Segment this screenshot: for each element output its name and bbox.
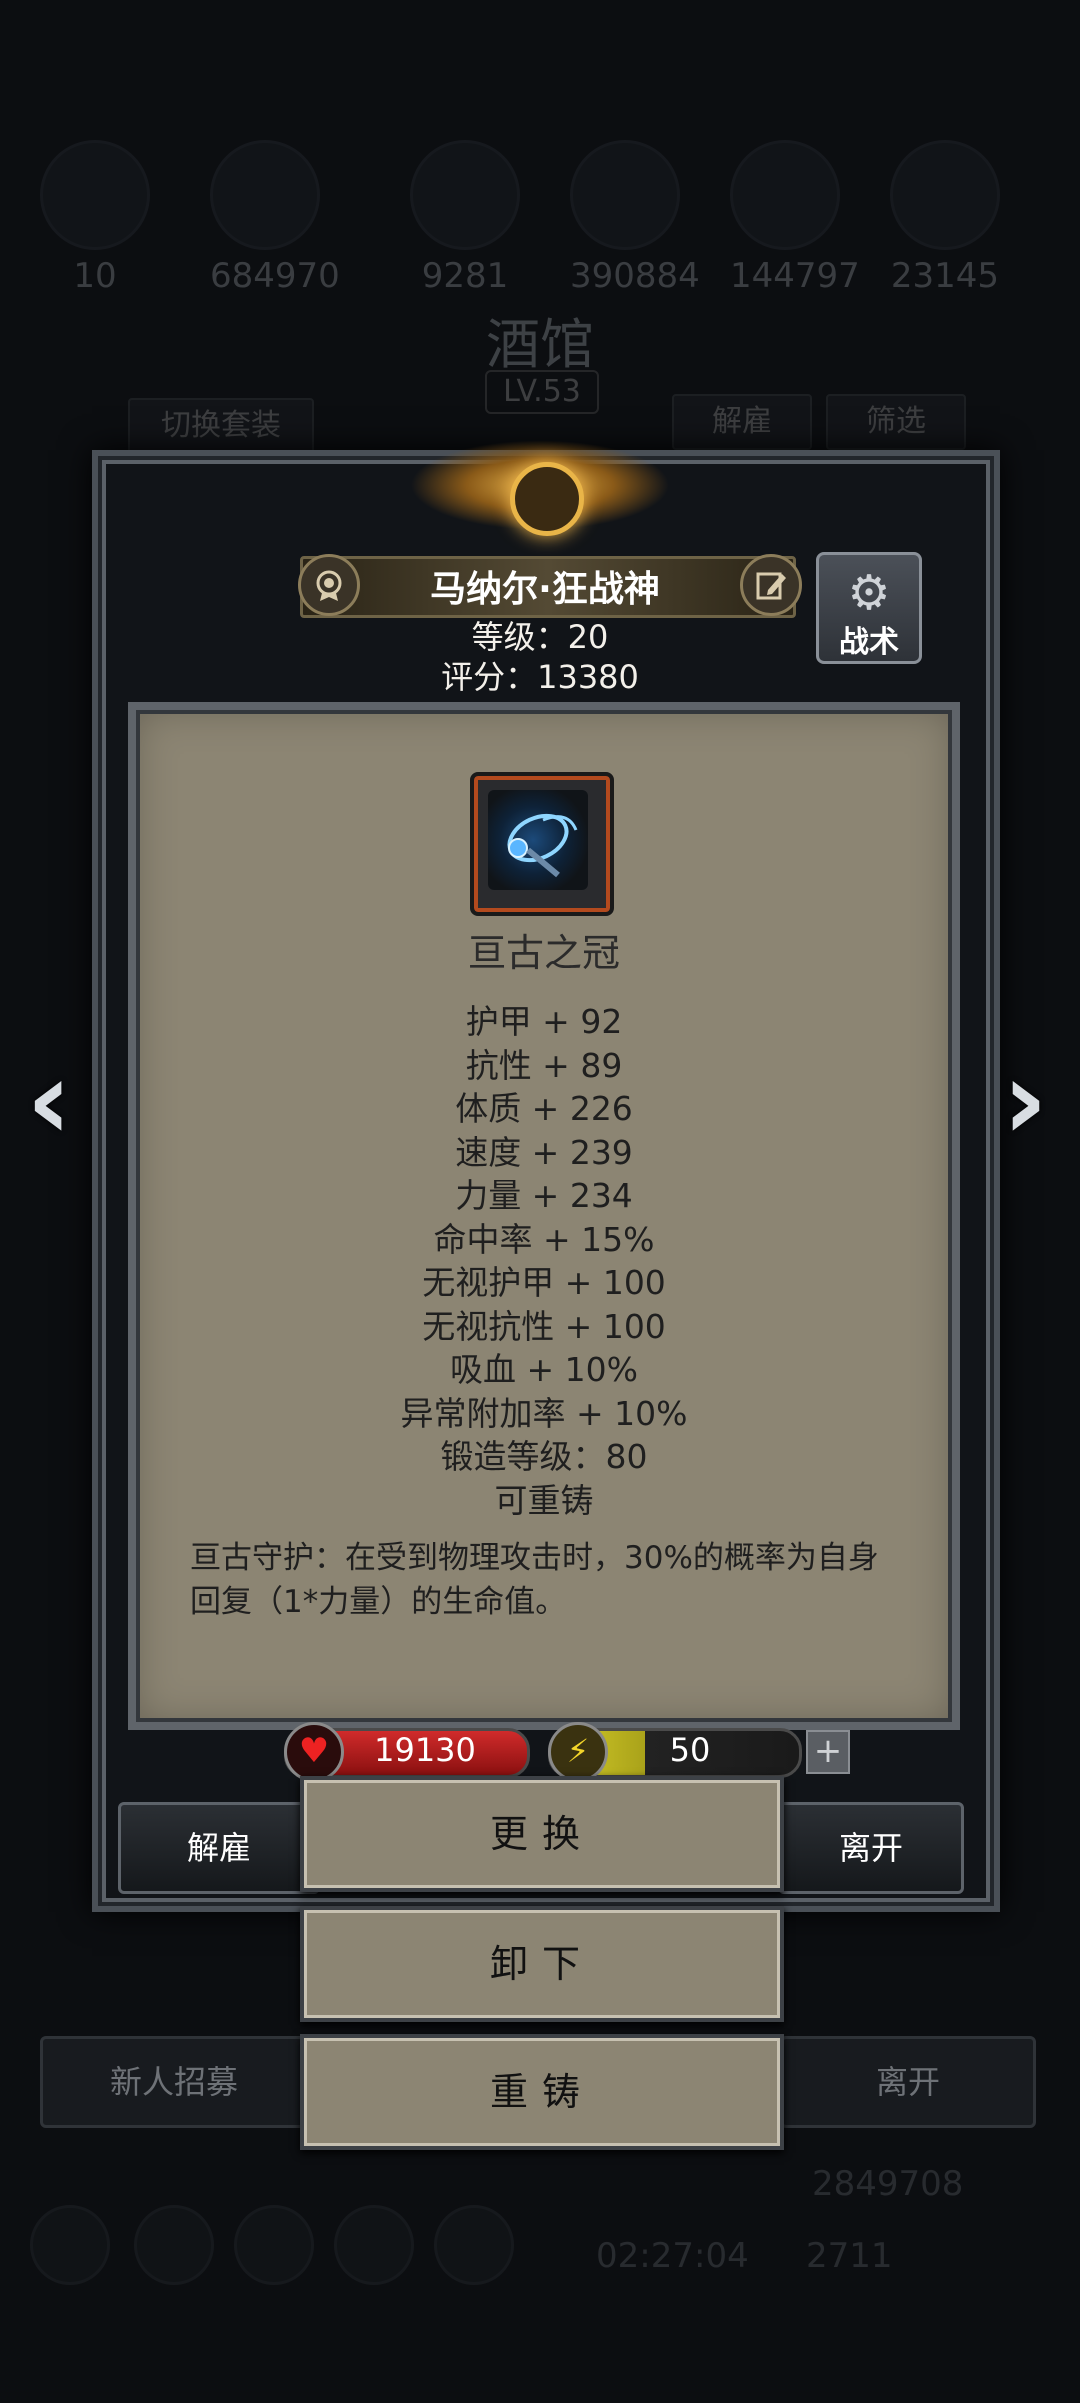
replace-button[interactable]: 更换: [300, 1776, 784, 1892]
resource-icon: [40, 140, 150, 250]
gems-text: 2711: [806, 2236, 893, 2276]
hero-score: 评分：13380: [441, 658, 639, 696]
item-stats-list: 护甲 + 92 抗性 + 89 体质 + 226 速度 + 239 力量 + 2…: [128, 1000, 960, 1522]
item-stat: 无视抗性 + 100: [422, 1306, 666, 1346]
item-name: 亘古之冠: [467, 931, 620, 975]
gear-icon: ⚙: [847, 565, 891, 621]
prev-hero-arrow-icon[interactable]: ‹: [14, 1045, 84, 1155]
hp-value: 19130: [374, 1731, 476, 1769]
resource-item: 144797: [730, 140, 860, 296]
crown-item-icon: [488, 790, 588, 890]
bg-dismiss-button[interactable]: 解雇: [672, 394, 812, 450]
next-hero-arrow-icon[interactable]: ›: [990, 1045, 1060, 1155]
item-stat: 可重铸: [494, 1480, 594, 1520]
resource-value: 10: [73, 256, 117, 296]
lightning-icon: ⚡: [548, 1722, 608, 1782]
leave-button[interactable]: 离开: [778, 1802, 964, 1894]
nav-icon[interactable]: [434, 2205, 514, 2285]
resource-icon: [570, 140, 680, 250]
resource-item: 684970: [210, 140, 340, 296]
filter-button[interactable]: 筛选: [826, 394, 966, 450]
timer-text: 02:27:04: [596, 2236, 749, 2276]
tavern-title: 酒馆: [486, 313, 594, 376]
resource-item: 10: [40, 140, 150, 296]
recruit-button[interactable]: 新人招募: [40, 2036, 308, 2128]
medal-icon: [316, 570, 342, 601]
reforge-button[interactable]: 重铸: [300, 2034, 784, 2150]
item-stat: 体质 + 226: [455, 1089, 633, 1128]
resource-item: 23145: [890, 140, 1000, 296]
edit-name-button[interactable]: [740, 554, 802, 616]
bg-leave-button[interactable]: 离开: [780, 2036, 1036, 2128]
resource-value: 144797: [730, 256, 860, 296]
unequip-button[interactable]: 卸下: [300, 1906, 784, 2022]
resource-icon: [890, 140, 1000, 250]
dismiss-button[interactable]: 解雇: [118, 1802, 320, 1894]
nav-icon[interactable]: [134, 2205, 214, 2285]
item-stat: 速度 + 239: [455, 1132, 633, 1172]
item-stat: 锻造等级：80: [440, 1437, 648, 1476]
item-stat: 无视护甲 + 100: [422, 1263, 666, 1302]
add-energy-button[interactable]: +: [806, 1730, 850, 1774]
resource-value: 684970: [210, 256, 340, 296]
tactics-label: 战术: [839, 625, 899, 660]
item-stat: 抗性 + 89: [465, 1045, 623, 1085]
item-description: 亘古守护：在受到物理攻击时，30%的概率为自身回复（1*力量）的生命值。: [190, 1540, 879, 1620]
crest-emblem-icon: [510, 462, 584, 536]
item-stat: 力量 + 234: [455, 1176, 633, 1215]
resource-icon: [730, 140, 840, 250]
item-stat: 吸血 + 10%: [450, 1350, 638, 1389]
bottom-nav: [30, 2205, 1050, 2295]
hero-name: 马纳尔·狂战神: [430, 569, 660, 610]
nav-icon[interactable]: [30, 2205, 110, 2285]
item-stat: 异常附加率 + 10%: [400, 1393, 688, 1433]
resource-item: 390884: [570, 140, 700, 296]
tactics-button[interactable]: ⚙ 战术: [816, 552, 922, 664]
item-stat: 命中率 + 15%: [433, 1219, 655, 1259]
gold-text: 2849708: [812, 2164, 964, 2204]
tavern-level-badge: LV.53: [485, 370, 599, 414]
resource-value: 23145: [890, 256, 1000, 296]
nav-icon[interactable]: [234, 2205, 314, 2285]
resource-value: 390884: [570, 256, 700, 296]
nav-icon[interactable]: [334, 2205, 414, 2285]
item-stat: 护甲 + 92: [465, 1002, 623, 1041]
resource-value: 9281: [421, 256, 509, 296]
resource-row: 10 684970 9281 390884 144797 23145: [0, 140, 1080, 300]
edit-icon: [756, 572, 786, 600]
crown-artwork: [507, 813, 578, 878]
resource-icon: [210, 140, 320, 250]
switch-outfit-button[interactable]: 切换套装: [128, 398, 314, 454]
resource-icon: [410, 140, 520, 250]
medal-button[interactable]: [298, 554, 360, 616]
energy-value: 50: [669, 1731, 711, 1769]
resource-item: 9281: [410, 140, 520, 296]
